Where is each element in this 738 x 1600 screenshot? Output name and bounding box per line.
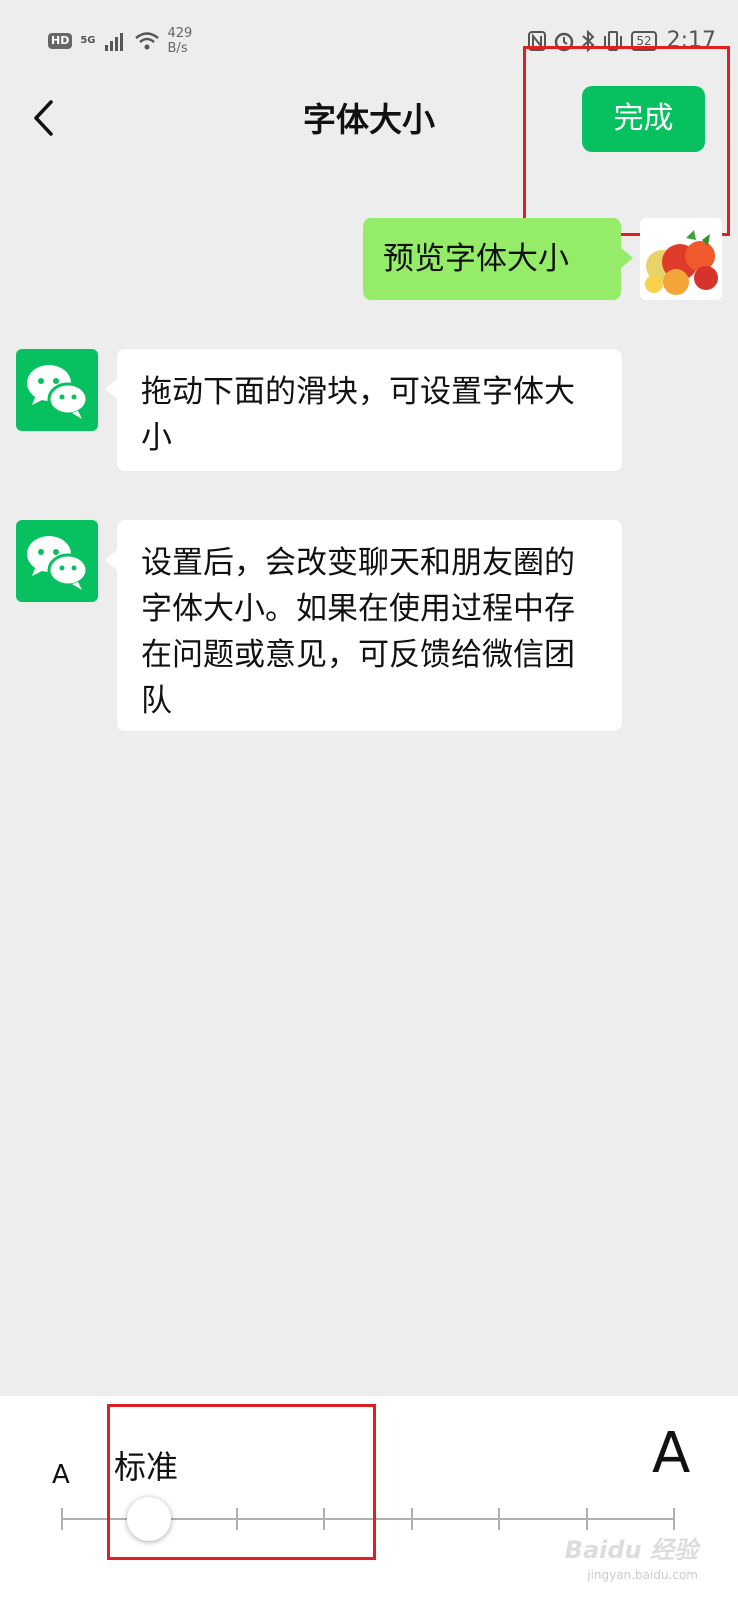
highlight-box-slider <box>107 1404 376 1560</box>
wechat-avatar[interactable] <box>16 520 98 602</box>
slider-tick[interactable] <box>586 1508 588 1530</box>
large-font-label: A <box>652 1421 691 1486</box>
signal-icon <box>104 33 123 51</box>
slider-tick[interactable] <box>498 1508 500 1530</box>
fruit-avatar-image <box>645 230 718 295</box>
slider-tick[interactable] <box>411 1508 413 1530</box>
user-avatar[interactable] <box>640 218 722 300</box>
wechat-avatar[interactable] <box>16 349 98 431</box>
baidu-watermark: Baidu 经验 <box>564 1536 698 1564</box>
app-message-bubble-1: 拖动下面的滑块，可设置字体大小 <box>105 349 622 471</box>
self-message-bubble: 预览字体大小 <box>363 218 633 300</box>
wifi-icon <box>134 32 159 50</box>
highlight-box-done <box>523 46 730 236</box>
wechat-chat-icon <box>27 536 89 590</box>
hd-badge: HD <box>48 33 73 49</box>
status-left: HD 5G 429 B/s <box>48 26 192 56</box>
wechat-chat-icon <box>27 365 89 419</box>
baidu-watermark-url: jingyan.baidu.com <box>587 1568 698 1582</box>
slider-tick[interactable] <box>61 1508 63 1530</box>
app-message-bubble-2: 设置后，会改变聊天和朋友圈的字体大小。如果在使用过程中存在问题或意见，可反馈给微… <box>105 520 622 731</box>
network-type: 5G <box>80 35 96 46</box>
small-font-label: A <box>52 1460 70 1490</box>
slider-tick[interactable] <box>673 1508 675 1530</box>
net-speed: 429 B/s <box>167 26 193 56</box>
